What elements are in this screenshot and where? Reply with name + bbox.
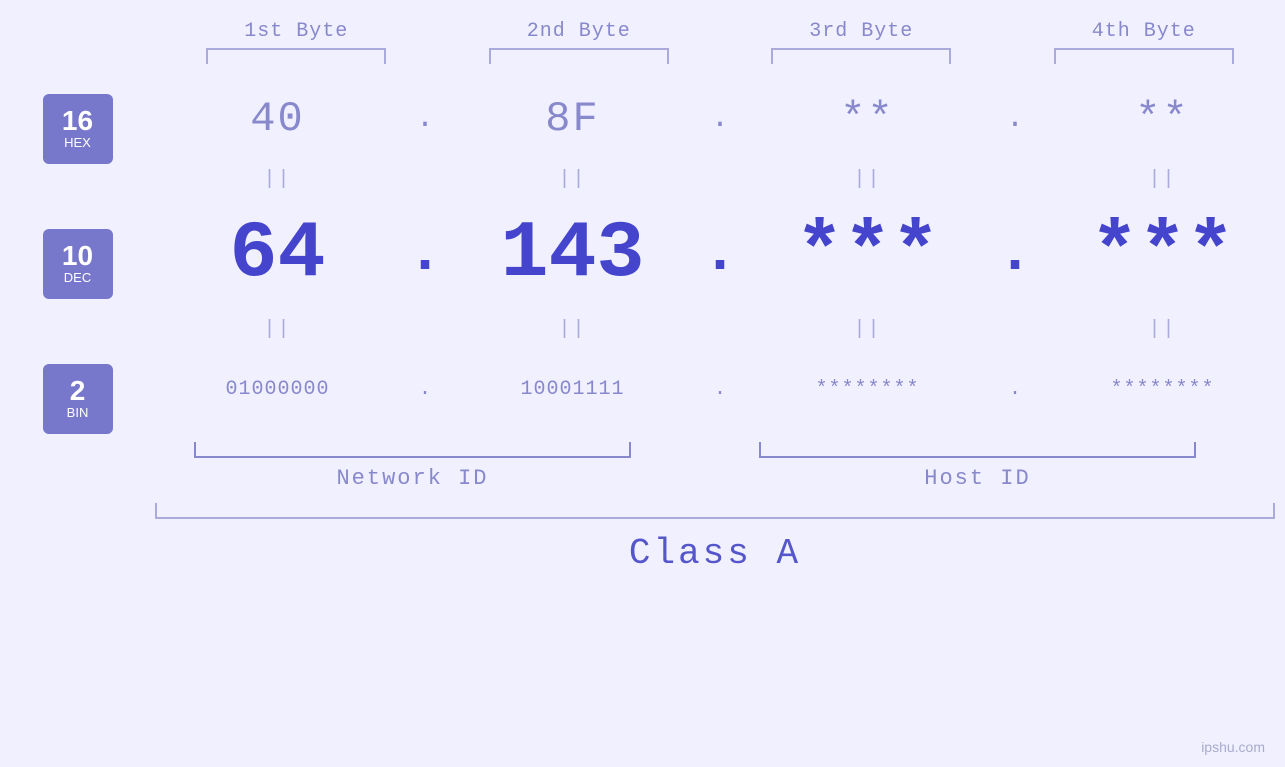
equals-row-1: || || || || [155,164,1285,194]
rows-container: 40 . 8F . ** . ** [155,74,1285,491]
badge-column: 16 HEX 10 DEC 2 BIN [0,74,155,491]
dec-badge-number: 10 [62,242,93,270]
hex-b4: ** [1135,95,1189,143]
dec-dot2: . [695,220,745,288]
bottom-bracket-row [155,442,1285,458]
dec-dot3: . [990,220,1040,288]
hex-badge: 16 HEX [43,94,113,164]
bin-badge-wrap: 2 BIN [43,354,113,444]
bin-b3: ******** [815,378,919,401]
bracket-cell-2 [438,48,721,64]
eq2-s2 [695,314,745,344]
bin-dot2: . [695,378,745,401]
eq1-c2: || [450,164,695,194]
bin-badge-number: 2 [70,377,86,405]
bracket-cell-4 [1003,48,1285,64]
eq2-s1 [400,314,450,344]
top-bracket-row [0,48,1285,64]
eq2-c1: || [155,314,400,344]
class-label-row: Class A [155,533,1275,574]
network-bracket [194,442,632,458]
network-id-label: Network ID [155,466,670,491]
bin-badge-label: BIN [67,405,89,421]
eq2-c2: || [450,314,695,344]
dec-badge-label: DEC [64,270,91,286]
dec-b4-cell: *** [1040,209,1285,300]
bin-dot3: . [990,378,1040,401]
hex-b1: 40 [250,95,304,143]
dec-b2: 143 [500,209,644,300]
byte1-label: 1st Byte [155,20,438,43]
eq2-c4: || [1040,314,1285,344]
hex-b3-cell: ** [745,95,990,143]
hex-dot3: . [990,102,1040,136]
byte3-label: 3rd Byte [720,20,1003,43]
dec-dot1: . [400,220,450,288]
eq1-c4: || [1040,164,1285,194]
hex-badge-wrap: 16 HEX [43,84,113,174]
class-label: Class A [629,533,801,574]
top-bracket-3 [771,48,951,64]
dec-badge: 10 DEC [43,229,113,299]
eq2-s3 [990,314,1040,344]
main-container: 1st Byte 2nd Byte 3rd Byte 4th Byte 16 H… [0,0,1285,767]
header-row: 1st Byte 2nd Byte 3rd Byte 4th Byte [0,20,1285,43]
hex-b3: ** [840,95,894,143]
dec-badge-wrap: 10 DEC [43,204,113,324]
dec-b1: 64 [229,209,325,300]
id-labels-row: Network ID Host ID [155,466,1285,491]
bin-b2-cell: 10001111 [450,378,695,401]
watermark: ipshu.com [1201,739,1265,755]
dec-b2-cell: 143 [450,209,695,300]
byte2-label: 2nd Byte [438,20,721,43]
eq2-c3: || [745,314,990,344]
eq1-s3 [990,164,1040,194]
bin-b4-cell: ******** [1040,378,1285,401]
top-bracket-1 [206,48,386,64]
bracket-cell-3 [720,48,1003,64]
hex-badge-label: HEX [64,135,91,151]
dec-b1-cell: 64 [155,209,400,300]
class-bracket [155,503,1275,519]
bin-b4: ******** [1110,378,1214,401]
bin-b3-cell: ******** [745,378,990,401]
hex-b2: 8F [545,95,599,143]
host-bracket-inner [759,442,1197,458]
bin-badge: 2 BIN [43,364,113,434]
bin-dot1: . [400,378,450,401]
hex-b4-cell: ** [1040,95,1285,143]
eq1-s2 [695,164,745,194]
bin-data-row: 01000000 . 10001111 . ******** . [155,344,1285,434]
hex-badge-number: 16 [62,107,93,135]
dec-b3-cell: *** [745,209,990,300]
dec-b3: *** [795,209,939,300]
bin-b1: 01000000 [225,378,329,401]
equals-row-2: || || || || [155,314,1285,344]
eq1-c3: || [745,164,990,194]
bin-b1-cell: 01000000 [155,378,400,401]
hex-dot1: . [400,102,450,136]
bin-b2: 10001111 [520,378,624,401]
content-area: 16 HEX 10 DEC 2 BIN [0,74,1285,491]
bracket-cell-1 [155,48,438,64]
top-bracket-4 [1054,48,1234,64]
hex-dot2: . [695,102,745,136]
byte4-label: 4th Byte [1003,20,1285,43]
hex-b1-cell: 40 [155,95,400,143]
hex-b2-cell: 8F [450,95,695,143]
eq1-s1 [400,164,450,194]
dec-data-row: 64 . 143 . *** . *** [155,194,1285,314]
top-bracket-2 [489,48,669,64]
host-bracket-cell [720,442,1235,458]
host-id-label: Host ID [720,466,1235,491]
network-bracket-cell [155,442,670,458]
dec-b4: *** [1090,209,1234,300]
hex-data-row: 40 . 8F . ** . ** [155,74,1285,164]
eq1-c1: || [155,164,400,194]
class-section: Class A [0,503,1285,574]
